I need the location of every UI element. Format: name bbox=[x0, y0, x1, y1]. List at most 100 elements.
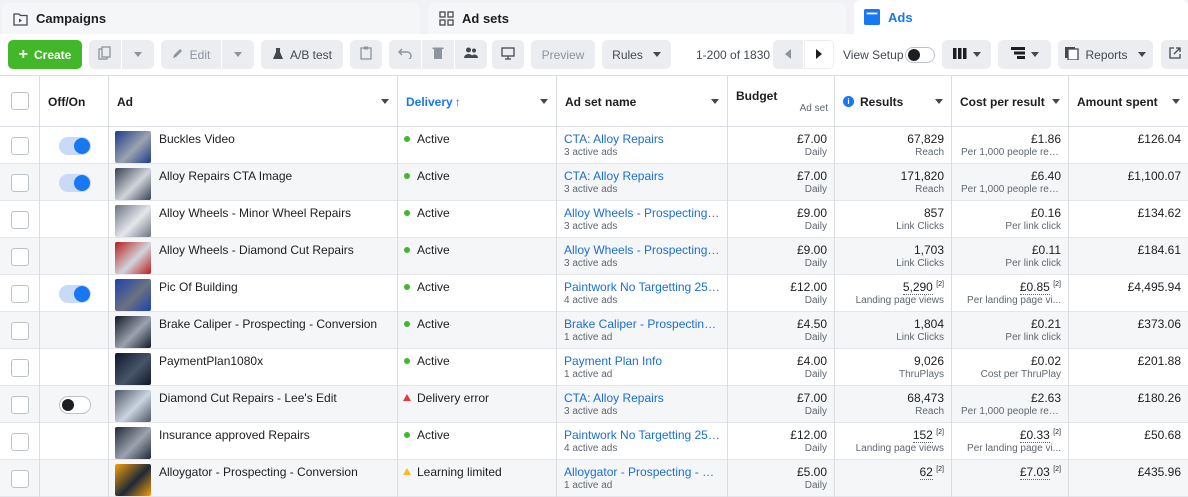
adset-link[interactable]: Alloy Wheels - Prospecting - C... bbox=[564, 243, 722, 257]
header-ad[interactable]: Ad bbox=[109, 76, 398, 127]
adset-link[interactable]: CTA: Alloy Repairs bbox=[564, 169, 722, 183]
header-delivery[interactable]: Delivery ↑ bbox=[398, 76, 557, 127]
results-cell: 68,473 Reach bbox=[835, 386, 952, 423]
tab-ad-sets[interactable]: Ad sets bbox=[428, 3, 846, 34]
ad-thumbnail[interactable] bbox=[115, 205, 151, 237]
results-cell: 152 [2] Landing page views bbox=[835, 423, 952, 460]
row-checkbox[interactable] bbox=[11, 470, 29, 488]
row-checkbox[interactable] bbox=[11, 137, 29, 155]
clipboard-button[interactable] bbox=[350, 40, 382, 69]
ad-name[interactable]: Pic Of Building bbox=[159, 280, 238, 294]
header-budget[interactable]: Budget Ad set bbox=[728, 76, 835, 127]
table-row[interactable]: Brake Caliper - Prospecting - Conversion… bbox=[0, 312, 1188, 349]
ad-thumbnail[interactable] bbox=[115, 131, 151, 163]
breakdown-button[interactable] bbox=[998, 40, 1051, 69]
edit-button[interactable]: Edit bbox=[161, 40, 221, 69]
table-row[interactable]: Diamond Cut Repairs - Lee's Edit Delivery… bbox=[0, 386, 1188, 423]
ad-status-toggle[interactable] bbox=[59, 396, 91, 414]
table-row[interactable]: Buckles Video Active CTA: Alloy Repairs 3 a… bbox=[0, 127, 1188, 164]
table-row[interactable]: Alloy Wheels - Minor Wheel Repairs Active… bbox=[0, 201, 1188, 238]
table-row[interactable]: Pic Of Building Active Paintwork No Target… bbox=[0, 275, 1188, 312]
table-row[interactable]: Alloy Repairs CTA Image Active CTA: Alloy … bbox=[0, 164, 1188, 201]
ad-name[interactable]: PaymentPlan1080x bbox=[159, 354, 263, 368]
adset-link[interactable]: Alloy Wheels - Prospecting - C... bbox=[564, 206, 722, 220]
budget-cell: £7.00 Daily bbox=[728, 164, 835, 201]
export-button[interactable] bbox=[1161, 40, 1188, 69]
duplicate-button[interactable] bbox=[89, 40, 121, 69]
view-setup-toggle[interactable] bbox=[905, 47, 935, 63]
ad-name[interactable]: Brake Caliper - Prospecting - Conversion bbox=[159, 317, 377, 331]
row-checkbox[interactable] bbox=[11, 396, 29, 414]
delete-button[interactable] bbox=[422, 40, 454, 69]
header-results[interactable]: i Results bbox=[835, 76, 952, 127]
adset-link[interactable]: CTA: Alloy Repairs bbox=[564, 132, 722, 146]
row-checkbox[interactable] bbox=[11, 174, 29, 192]
header-cpr[interactable]: Cost per result bbox=[952, 76, 1069, 127]
ad-name[interactable]: Alloy Repairs CTA Image bbox=[159, 169, 292, 183]
prev-page-button[interactable] bbox=[773, 40, 803, 69]
amount-cell: £201.88 bbox=[1069, 349, 1188, 386]
ad-name[interactable]: Diamond Cut Repairs - Lee's Edit bbox=[159, 391, 337, 405]
delivery-status: Active bbox=[417, 132, 450, 146]
ad-thumbnail[interactable] bbox=[115, 464, 151, 496]
adset-link[interactable]: Brake Caliper - Prospecting - ... bbox=[564, 317, 722, 331]
budget-cell: £4.00 Daily bbox=[728, 349, 835, 386]
rules-button[interactable]: Rules bbox=[602, 40, 671, 69]
preview-chart-button[interactable] bbox=[492, 40, 524, 69]
table-row[interactable]: Insurance approved Repairs Active Paintwor… bbox=[0, 423, 1188, 460]
reports-button[interactable]: Reports bbox=[1058, 40, 1153, 69]
delivery-cell: Active bbox=[398, 127, 557, 164]
adset-link[interactable]: CTA: Alloy Repairs bbox=[564, 391, 722, 405]
header-amount[interactable]: Amount spent bbox=[1069, 76, 1188, 127]
ad-thumbnail[interactable] bbox=[115, 242, 151, 274]
triangle-right-icon bbox=[815, 48, 823, 62]
adset-link[interactable]: Paintwork No Targetting 25+ ... bbox=[564, 280, 722, 294]
adset-cell: Payment Plan Info 1 active ad bbox=[557, 349, 728, 386]
duplicate-dropdown-button[interactable] bbox=[122, 40, 154, 69]
next-page-button[interactable] bbox=[804, 40, 834, 69]
row-checkbox[interactable] bbox=[11, 285, 29, 303]
columns-button[interactable] bbox=[942, 40, 991, 69]
create-button[interactable]: + Create bbox=[8, 40, 82, 69]
ad-name[interactable]: Alloygator - Prospecting - Conversion bbox=[159, 465, 358, 479]
ad-name[interactable]: Insurance approved Repairs bbox=[159, 428, 310, 442]
tab-ads[interactable]: Ads bbox=[854, 0, 1188, 34]
ad-status-toggle[interactable] bbox=[59, 137, 91, 155]
ad-thumbnail[interactable] bbox=[115, 427, 151, 459]
audience-button[interactable] bbox=[455, 40, 487, 69]
chevron-down-icon bbox=[1172, 99, 1180, 104]
undo-button[interactable] bbox=[389, 40, 421, 69]
status-dot-icon bbox=[404, 210, 410, 216]
ad-thumbnail[interactable] bbox=[115, 168, 151, 200]
adset-link[interactable]: Paintwork No Targetting 25+ ... bbox=[564, 428, 722, 442]
ad-name[interactable]: Buckles Video bbox=[159, 132, 235, 146]
status-dot-icon bbox=[404, 247, 410, 253]
row-checkbox[interactable] bbox=[11, 248, 29, 266]
ad-name[interactable]: Alloy Wheels - Diamond Cut Repairs bbox=[159, 243, 354, 257]
ad-thumbnail[interactable] bbox=[115, 353, 151, 385]
select-all-checkbox[interactable] bbox=[11, 92, 29, 110]
adset-link[interactable]: Alloygator - Prospecting - Con... bbox=[564, 465, 722, 479]
table-row[interactable]: Alloy Wheels - Diamond Cut Repairs Active… bbox=[0, 238, 1188, 275]
table-row[interactable]: PaymentPlan1080x Active Payment Plan Info 1… bbox=[0, 349, 1188, 386]
budget-period: Daily bbox=[804, 332, 827, 343]
ad-status-toggle[interactable] bbox=[59, 174, 91, 192]
row-checkbox[interactable] bbox=[11, 433, 29, 451]
ad-thumbnail[interactable] bbox=[115, 316, 151, 348]
preview-button[interactable]: Preview bbox=[531, 40, 595, 69]
ad-status-toggle[interactable] bbox=[59, 285, 91, 303]
ad-thumbnail[interactable] bbox=[115, 279, 151, 311]
ab-test-button[interactable]: A/B test bbox=[261, 40, 343, 69]
reports-icon bbox=[1065, 46, 1080, 63]
header-adset[interactable]: Ad set name bbox=[557, 76, 728, 127]
table-row[interactable]: Alloygator - Prospecting - Conversion Lea… bbox=[0, 460, 1188, 497]
ad-name[interactable]: Alloy Wheels - Minor Wheel Repairs bbox=[159, 206, 351, 220]
adset-link[interactable]: Payment Plan Info bbox=[564, 354, 722, 368]
row-checkbox[interactable] bbox=[11, 359, 29, 377]
row-checkbox[interactable] bbox=[11, 211, 29, 229]
results-value-wrap: 67,829 bbox=[907, 132, 944, 146]
tab-campaigns[interactable]: Campaigns bbox=[2, 3, 420, 34]
row-checkbox[interactable] bbox=[11, 322, 29, 340]
ad-thumbnail[interactable] bbox=[115, 390, 151, 422]
edit-dropdown-button[interactable] bbox=[222, 40, 254, 69]
